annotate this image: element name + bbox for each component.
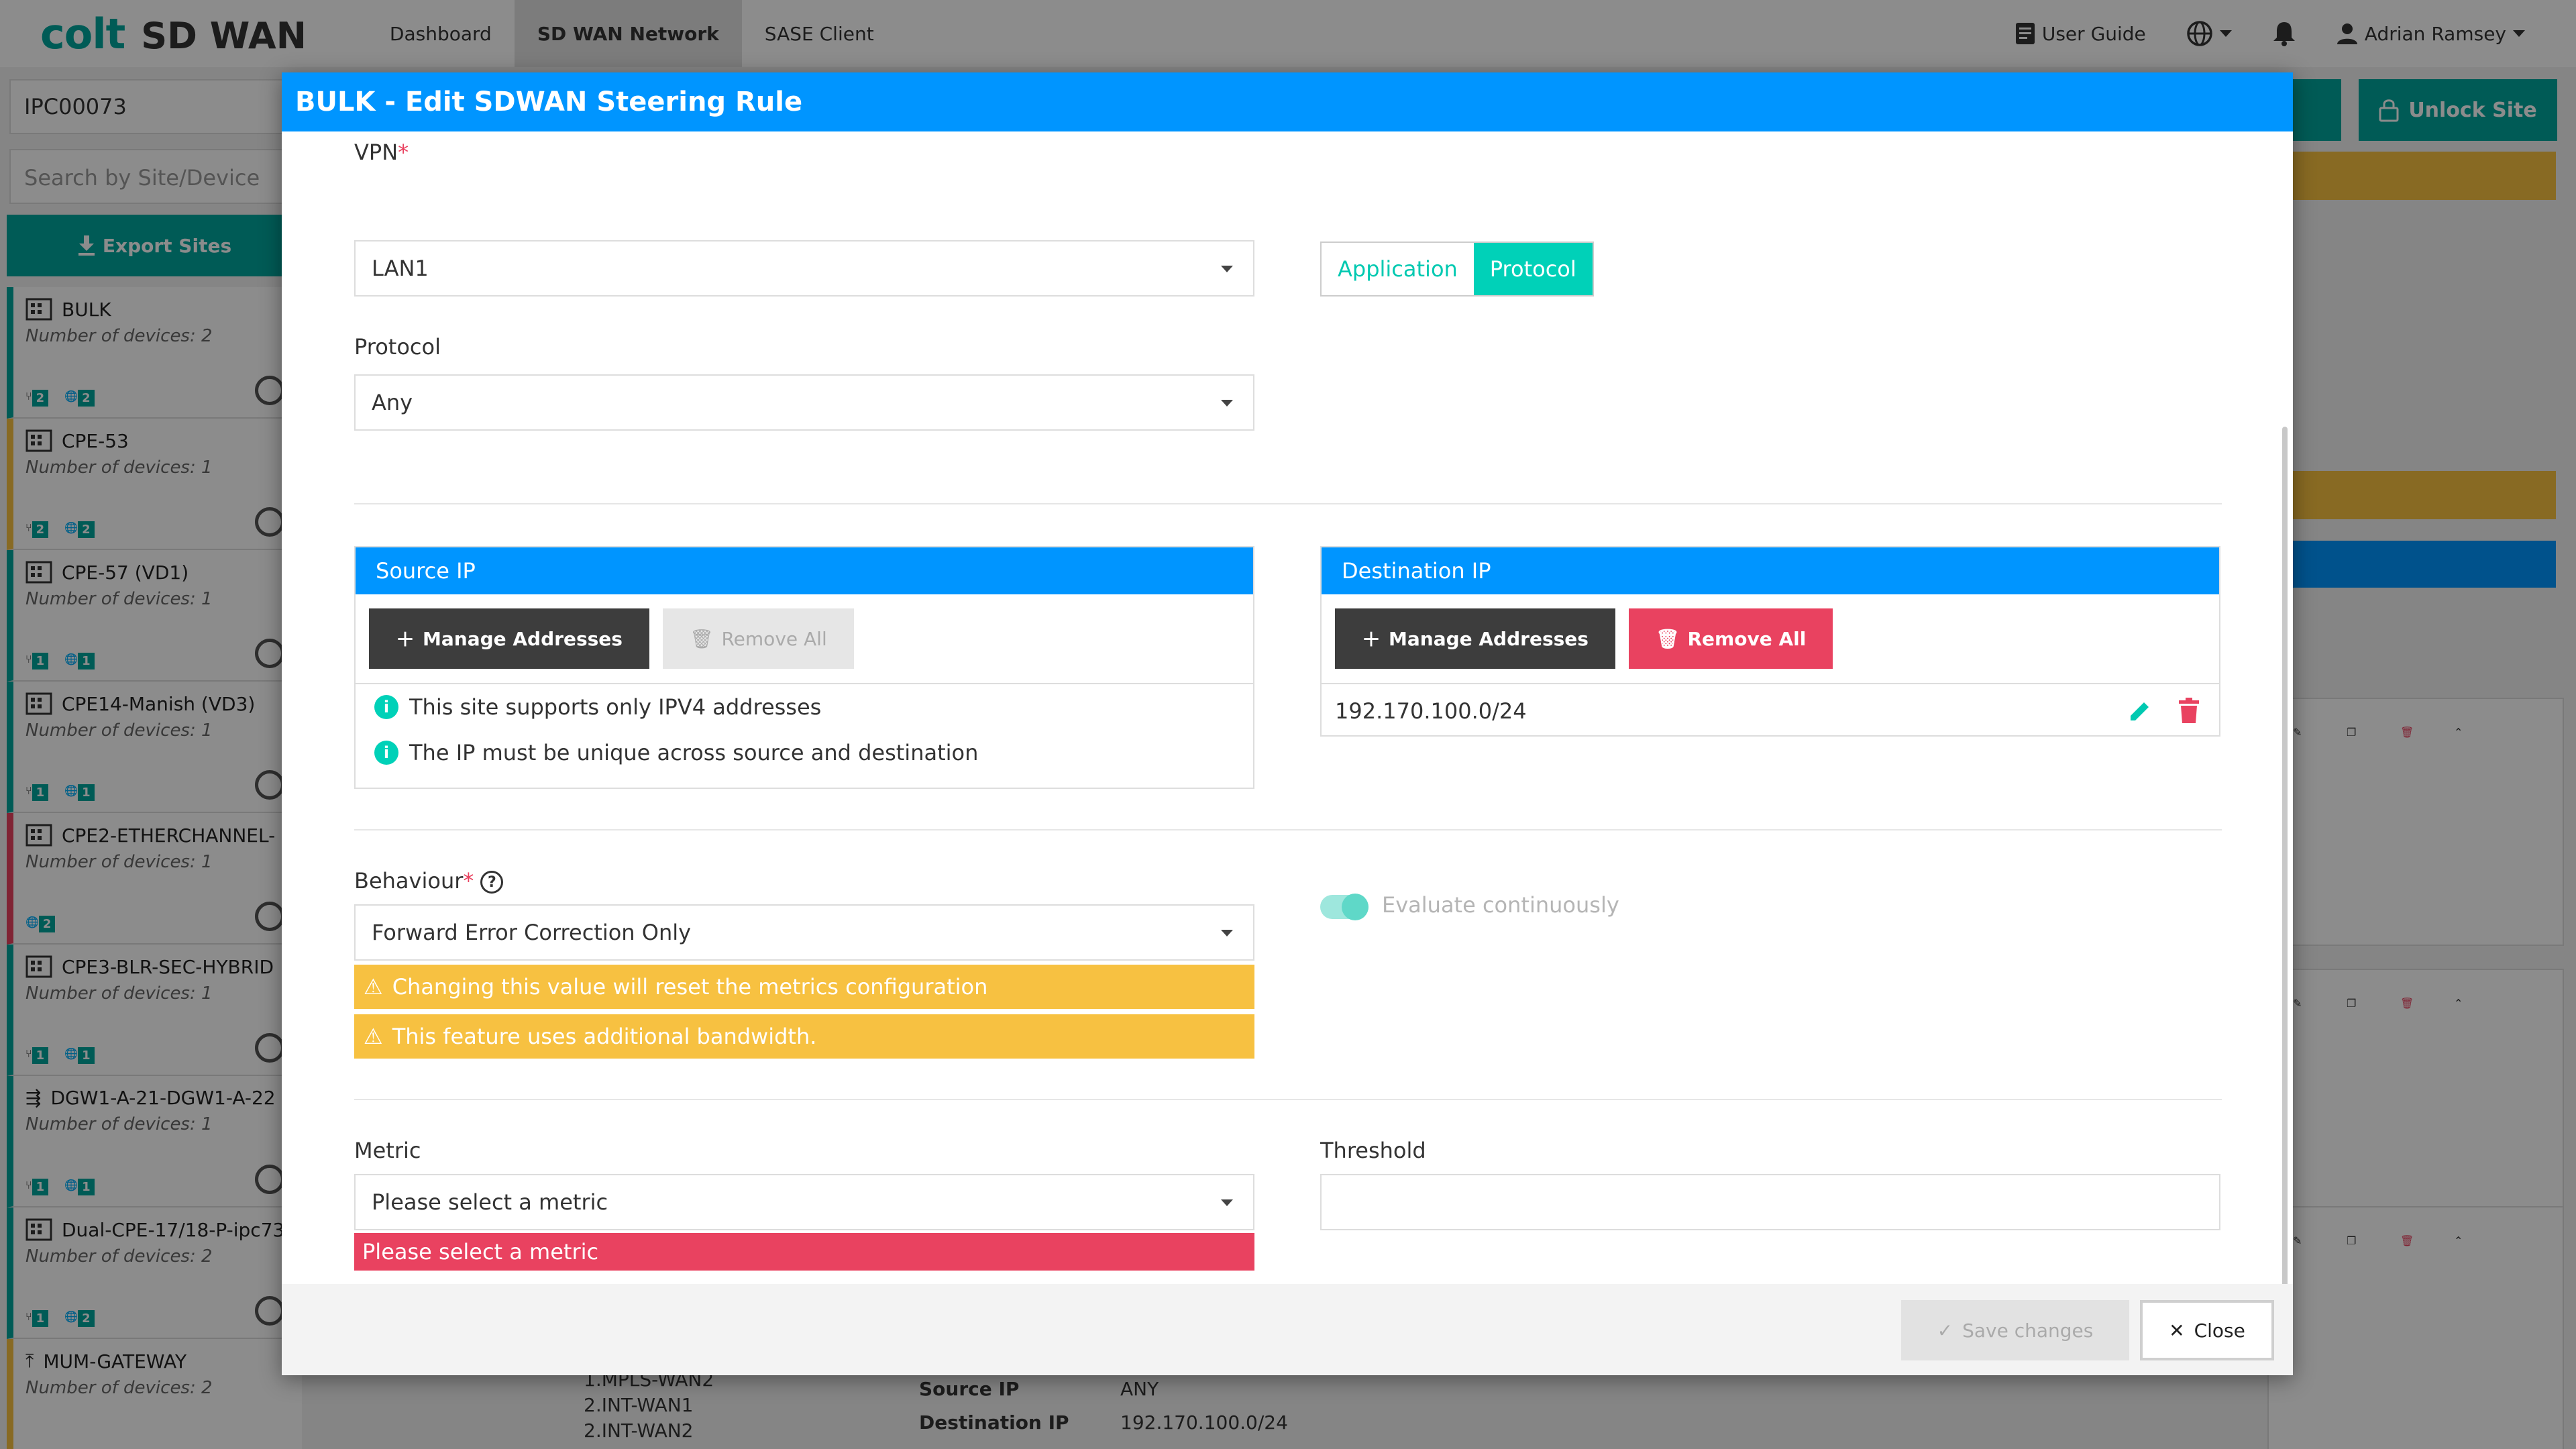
vpn-value: LAN1 — [372, 256, 429, 281]
modal-footer: ✓ Save changes ✕ Close — [282, 1284, 2293, 1375]
warning-icon: ⚠ — [364, 1024, 383, 1049]
chevron-down-icon — [1221, 930, 1233, 936]
plus-icon: ＋ — [396, 629, 415, 651]
metric-error: Please select a metric — [354, 1233, 1254, 1271]
chevron-down-icon — [1221, 400, 1233, 407]
source-ip-toolbar: ＋ Manage Addresses 🗑 Remove All — [356, 594, 1253, 684]
modal-title: BULK - Edit SDWAN Steering Rule — [282, 72, 2293, 131]
modal-body: VPN* LAN1 Application Protocol Protocol … — [282, 131, 2293, 1359]
metric-value: Please select a metric — [372, 1189, 608, 1215]
protocol-value: Any — [372, 390, 413, 415]
info-icon: i — [374, 695, 398, 719]
modal-scrollbar[interactable] — [2282, 427, 2288, 1359]
behaviour-value: Forward Error Correction Only — [372, 920, 692, 945]
warning-bandwidth: ⚠ This feature uses additional bandwidth. — [354, 1014, 1254, 1059]
source-manage-addresses-button[interactable]: ＋ Manage Addresses — [369, 608, 649, 669]
check-icon: ✓ — [1937, 1319, 1953, 1342]
rule-type-toggle: Application Protocol — [1320, 241, 1594, 297]
source-remove-all-button[interactable]: 🗑 Remove All — [662, 608, 854, 669]
trash-icon: 🗑 — [1655, 627, 1680, 650]
warning-icon: ⚠ — [364, 974, 383, 1000]
destination-address-row: 192.170.100.0/24 — [1322, 684, 2219, 738]
source-ip-panel: Source IP ＋ Manage Addresses 🗑 Remove All … — [354, 546, 1254, 789]
trash-icon: 🗑 — [689, 627, 714, 650]
close-button[interactable]: ✕ Close — [2140, 1300, 2274, 1360]
source-ip-title: Source IP — [356, 547, 1253, 594]
source-ip-info: i This site supports only IPV4 addresses — [356, 684, 1253, 730]
section-divider — [354, 503, 2222, 504]
destination-ip-title: Destination IP — [1322, 547, 2219, 594]
section-divider — [354, 829, 2222, 830]
save-changes-button[interactable]: ✓ Save changes — [1901, 1300, 2129, 1360]
protocol-select[interactable]: Any — [354, 374, 1254, 431]
behaviour-select[interactable]: Forward Error Correction Only — [354, 904, 1254, 961]
edit-steering-rule-modal: BULK - Edit SDWAN Steering Rule VPN* LAN… — [282, 72, 2293, 1375]
close-icon: ✕ — [2169, 1319, 2185, 1342]
threshold-label: Threshold — [1320, 1138, 1426, 1163]
chevron-down-icon — [1221, 1199, 1233, 1206]
vpn-select[interactable]: LAN1 — [354, 240, 1254, 297]
protocol-label: Protocol — [354, 334, 441, 360]
toggle-protocol[interactable]: Protocol — [1473, 243, 1593, 295]
threshold-input[interactable] — [1320, 1174, 2220, 1230]
destination-manage-addresses-button[interactable]: ＋ Manage Addresses — [1335, 608, 1615, 669]
edit-icon[interactable] — [2127, 698, 2153, 724]
toggle-application[interactable]: Application — [1322, 243, 1474, 295]
metric-label: Metric — [354, 1138, 421, 1163]
behaviour-label: Behaviour*? — [354, 868, 504, 894]
evaluate-continuously-label: Evaluate continuously — [1382, 892, 1619, 918]
chevron-down-icon — [1221, 266, 1233, 272]
section-divider — [354, 1099, 2222, 1100]
destination-ip-toolbar: ＋ Manage Addresses 🗑 Remove All — [1322, 594, 2219, 684]
destination-ip-panel: Destination IP ＋ Manage Addresses 🗑 Remove… — [1320, 546, 2220, 737]
warning-reset-metrics: ⚠ Changing this value will reset the metr… — [354, 965, 1254, 1009]
trash-icon[interactable] — [2178, 698, 2200, 724]
destination-remove-all-button[interactable]: 🗑 Remove All — [1628, 608, 1833, 669]
vpn-label: VPN* — [354, 140, 409, 165]
destination-address: 192.170.100.0/24 — [1335, 698, 1527, 724]
plus-icon: ＋ — [1362, 629, 1381, 651]
info-icon: i — [374, 741, 398, 765]
metric-select[interactable]: Please select a metric — [354, 1174, 1254, 1230]
help-icon[interactable]: ? — [480, 871, 504, 894]
evaluate-continuously-toggle[interactable] — [1320, 894, 1368, 920]
source-ip-info: i The IP must be unique across source and… — [356, 730, 1253, 775]
